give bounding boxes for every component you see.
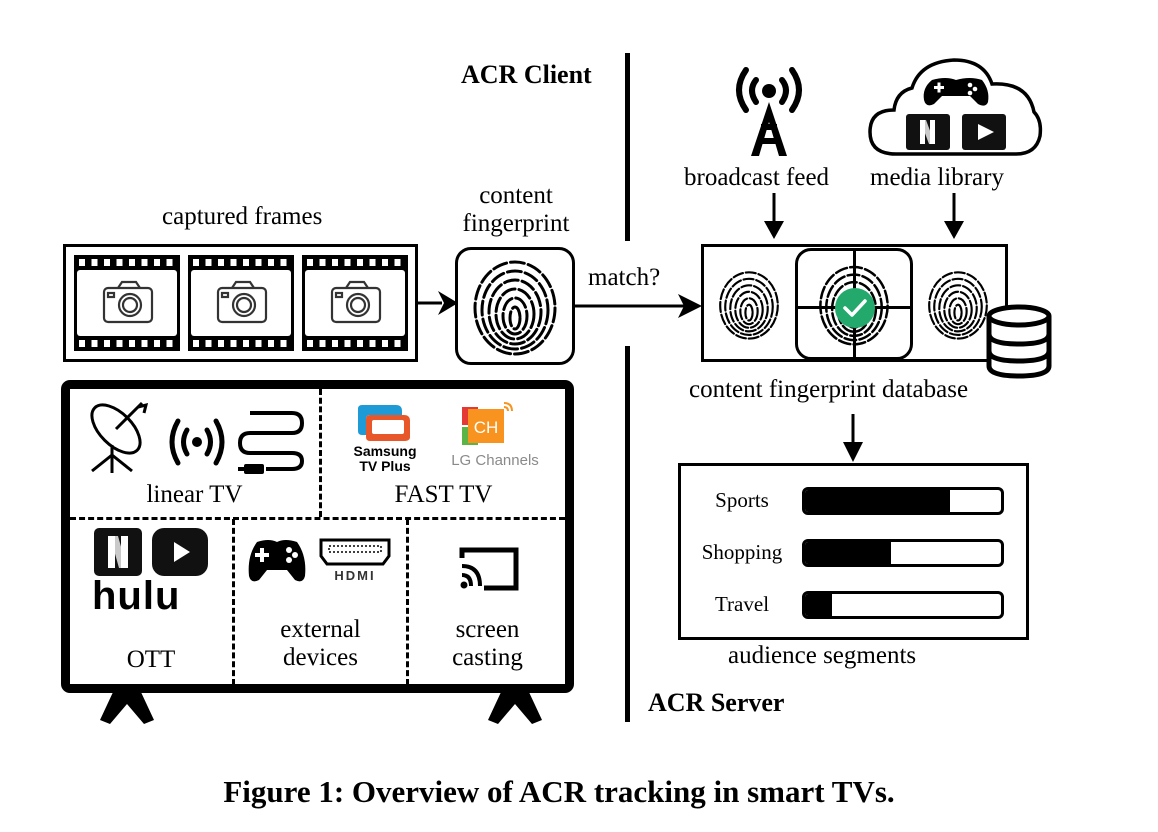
- segment-bar: [802, 591, 1004, 619]
- media-library-cloud-icon: [868, 58, 1043, 156]
- segment-bar: [802, 539, 1004, 567]
- external-devices-label: external devices: [235, 616, 406, 672]
- figure-caption: Figure 1: Overview of ACR tracking in sm…: [223, 774, 895, 809]
- screen-casting-line1: screen: [455, 616, 520, 643]
- match-label: match?: [588, 264, 661, 291]
- broadcast-signal-icon: [169, 418, 225, 466]
- fingerprint-database-label: content fingerprint database: [689, 376, 969, 403]
- segment-bar-fill: [805, 542, 892, 564]
- captured-frames-strip: [63, 244, 418, 362]
- external-devices-line1: external: [280, 616, 361, 643]
- screen-casting-line2: casting: [452, 644, 523, 671]
- cable-icon: [237, 411, 305, 474]
- arrow-db-to-segments: [843, 414, 863, 462]
- broadcast-feed-label: broadcast feed: [684, 164, 830, 191]
- tv-source-linear: linear TV: [70, 389, 319, 517]
- linear-tv-label: linear TV: [146, 481, 243, 508]
- fast-tv-label: FAST TV: [394, 481, 493, 508]
- tv-stand-left: [100, 690, 154, 724]
- lg-ch-badge-text: CH: [474, 418, 499, 437]
- samsung-line1: Samsung: [353, 443, 417, 459]
- db-fingerprint-1: [719, 271, 779, 340]
- external-devices-line2: devices: [283, 644, 358, 671]
- tv-source-external: HDMI external devices: [235, 520, 406, 686]
- db-fingerprint-matched: [795, 248, 913, 360]
- acr-client-heading: ACR Client: [461, 60, 592, 89]
- arrow-broadcast-to-db: [764, 193, 784, 239]
- content-fingerprint-box: [455, 247, 575, 365]
- netflix-icon: [906, 114, 950, 150]
- segment-bar: [802, 487, 1004, 515]
- cast-icon: [459, 547, 519, 591]
- hulu-logo: hulu: [92, 574, 181, 618]
- netflix-icon: [94, 528, 142, 576]
- film-frames: [74, 255, 408, 351]
- audience-segments-box: Sports Shopping Travel: [678, 463, 1029, 640]
- media-library-label: media library: [870, 164, 1004, 191]
- check-badge-icon: [835, 288, 875, 328]
- lg-channels-text: LG Channels: [451, 452, 539, 469]
- tv-source-ott: hulu OTT: [70, 520, 232, 686]
- client-server-divider-bottom: [625, 346, 630, 722]
- hdmi-icon: [319, 538, 391, 566]
- tv-stand-right: [488, 690, 542, 724]
- content-fingerprint-label-line2: fingerprint: [462, 210, 570, 237]
- client-server-divider-top: [625, 53, 630, 241]
- film-frame: [302, 255, 408, 351]
- content-fingerprint-label-line1: content: [479, 182, 553, 209]
- film-frame: [74, 255, 180, 351]
- segment-label: Travel: [714, 592, 770, 616]
- youtube-icon: [962, 114, 1006, 150]
- ott-label: OTT: [126, 646, 176, 673]
- samsung-line2: TV Plus: [359, 458, 411, 475]
- segment-label: Sports: [715, 488, 769, 512]
- segment-bar-fill: [805, 490, 951, 512]
- fingerprint-database-box: [701, 244, 1008, 362]
- acr-server-heading: ACR Server: [648, 688, 785, 717]
- gamepad-icon: [248, 540, 306, 582]
- samsung-tv-plus-text: Samsung TV Plus: [340, 443, 430, 475]
- samsung-tv-plus-logo: [358, 405, 410, 441]
- audience-segments-label: audience segments: [728, 642, 917, 669]
- lg-channels-logo: CH: [462, 402, 513, 445]
- arrow-match: [574, 294, 702, 318]
- radio-tower-icon: [736, 67, 802, 156]
- screen-casting-label: screen casting: [409, 616, 566, 672]
- tv-source-casting: screen casting: [409, 520, 566, 686]
- captured-frames-label: captured frames: [162, 203, 323, 230]
- satellite-dish-icon: [90, 401, 149, 473]
- youtube-icon: [152, 528, 208, 576]
- database-icon: [986, 304, 1052, 379]
- segment-label: Shopping: [701, 540, 783, 564]
- tv-source-fast: Samsung TV Plus CH LG Channels FAST TV: [322, 389, 565, 517]
- arrow-media-to-db: [944, 193, 964, 239]
- segment-bar-fill: [805, 594, 833, 616]
- smart-tv: linear TV Samsung TV Plus CH LG Channels…: [61, 380, 574, 693]
- fingerprint-icon: [473, 260, 557, 356]
- film-frame: [188, 255, 294, 351]
- content-fingerprint-label: content fingerprint: [446, 182, 586, 238]
- hdmi-text: HDMI: [334, 568, 376, 583]
